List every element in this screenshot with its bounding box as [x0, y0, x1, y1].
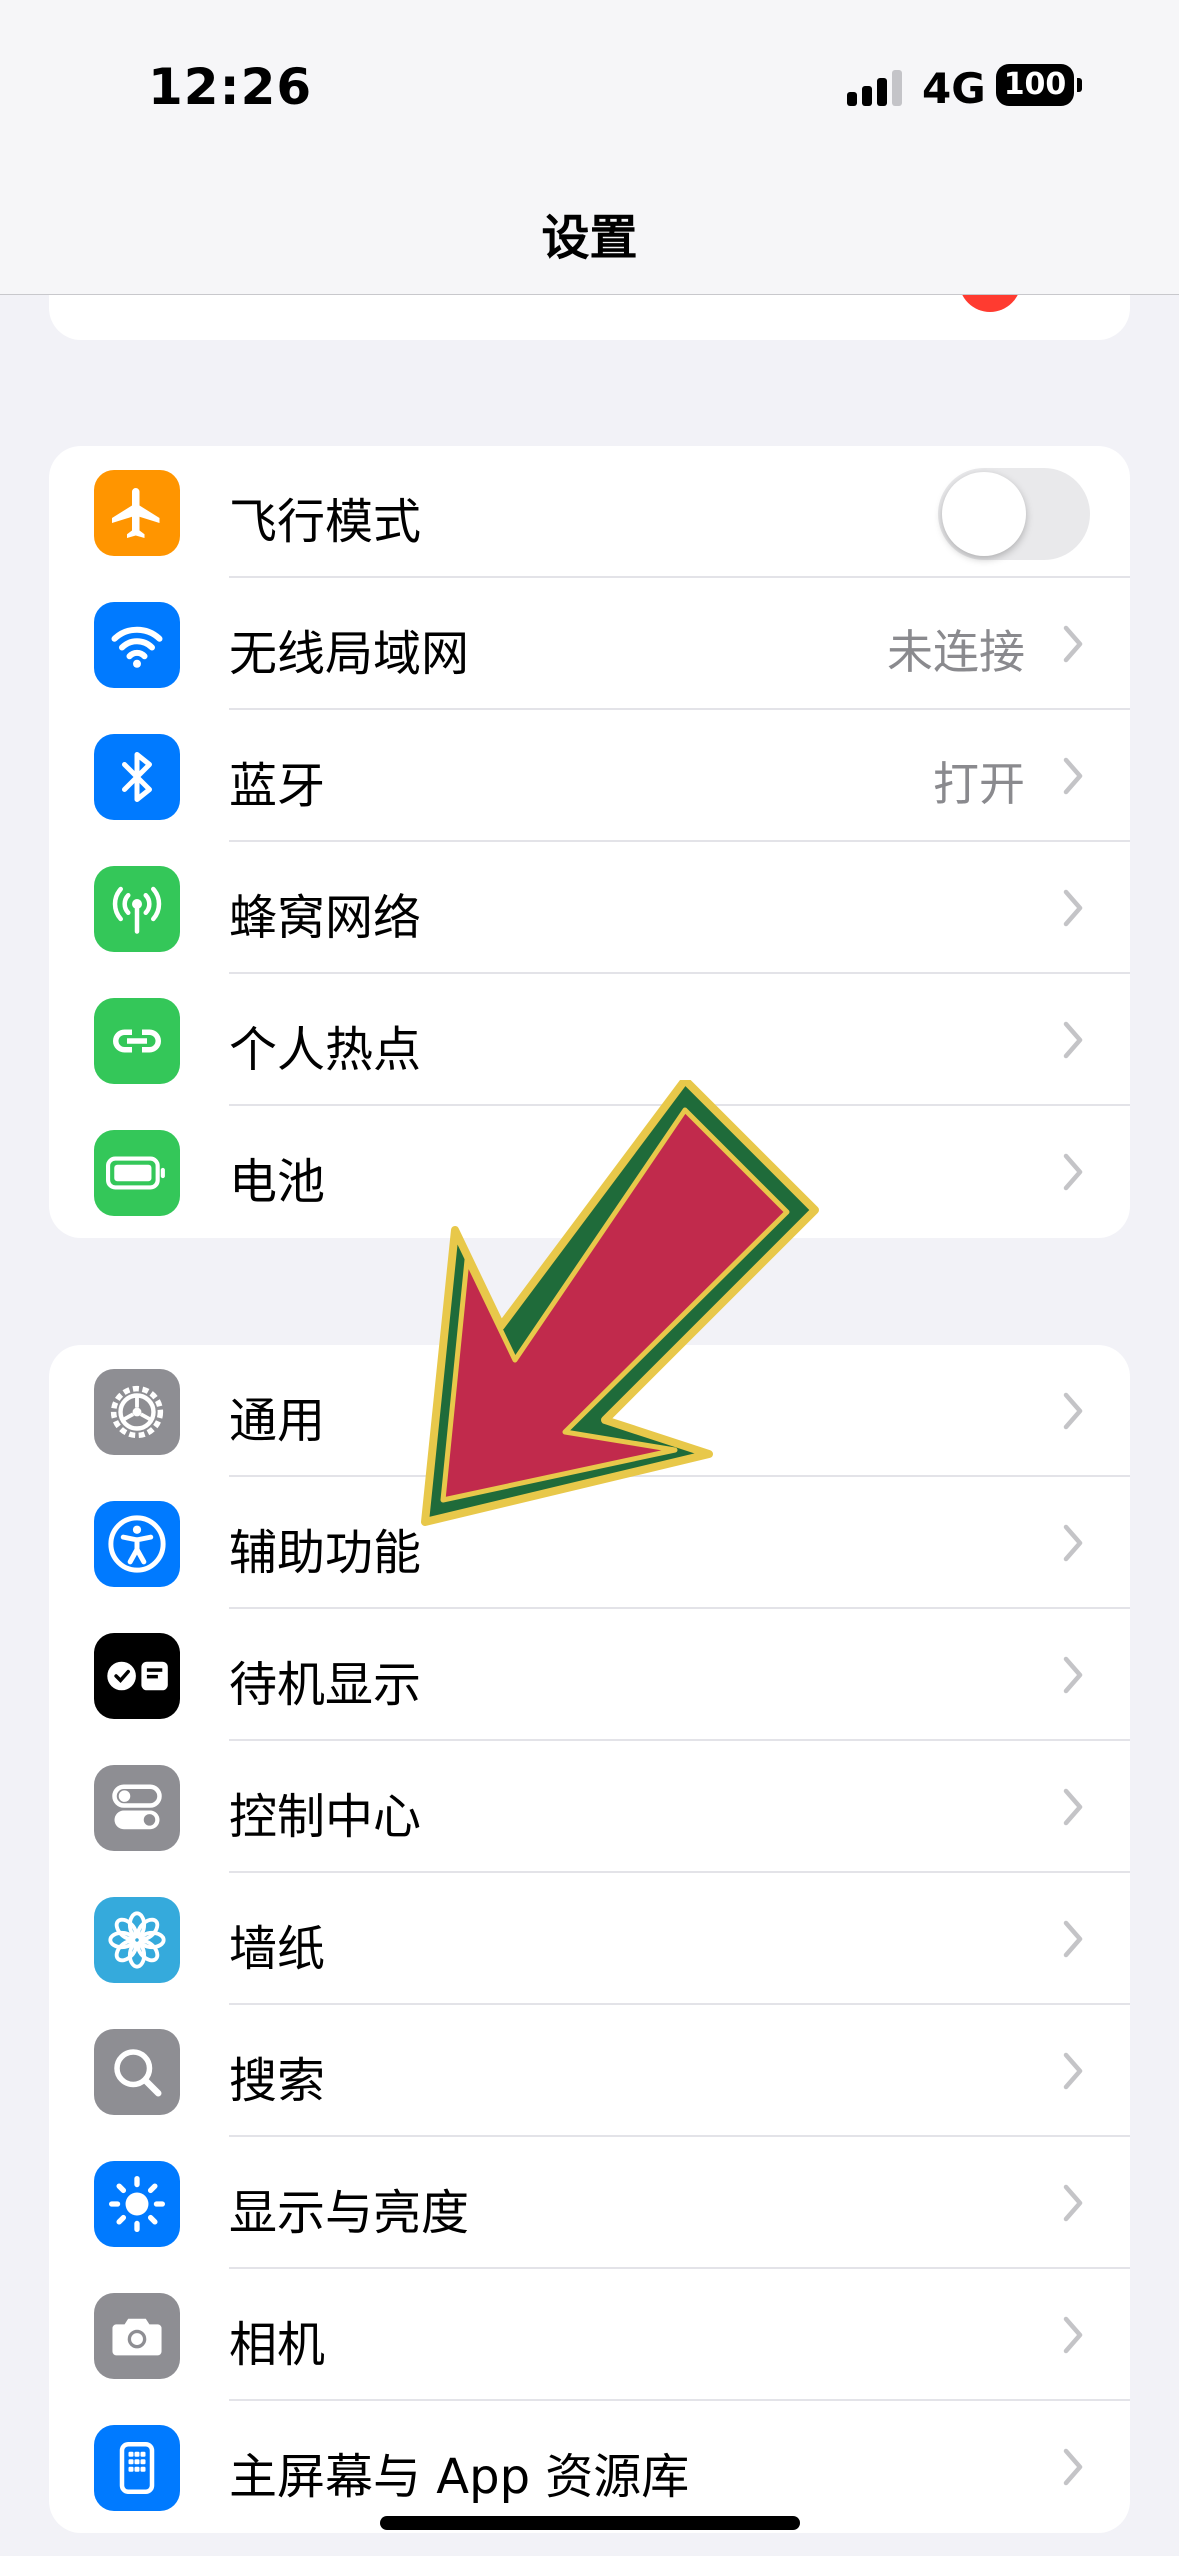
- settings-row-label: 显示与亮度: [229, 2185, 470, 2241]
- wifi-icon: [94, 602, 180, 688]
- chevron-right-icon: [1062, 2315, 1084, 2359]
- settings-row-label: 主屏幕与 App 资源库: [229, 2449, 690, 2505]
- settings-row-label: 相机: [229, 2317, 326, 2373]
- control-center-icon: [94, 1765, 180, 1851]
- airplane-icon: [94, 470, 180, 556]
- status-time: 12:26: [148, 58, 313, 116]
- chevron-right-icon: [1062, 1919, 1084, 1963]
- battery-level: 100: [1003, 67, 1067, 102]
- settings-row-label: 蓝牙: [229, 758, 326, 814]
- bluetooth-icon: [94, 734, 180, 820]
- settings-row-label: 控制中心: [229, 1789, 422, 1845]
- brightness-icon: [94, 2161, 180, 2247]
- battery-icon: [94, 1130, 180, 1216]
- hotspot-icon: [94, 998, 180, 1084]
- settings-row-label: 飞行模式: [229, 494, 422, 550]
- chevron-right-icon: [1062, 624, 1084, 668]
- settings-row-label: 搜索: [229, 2053, 326, 2109]
- network-type: 4G: [922, 64, 986, 113]
- settings-row-control-center[interactable]: 控制中心: [49, 1741, 1130, 1873]
- settings-row-brightness[interactable]: 显示与亮度: [49, 2137, 1130, 2269]
- wallpaper-icon: [94, 1897, 180, 1983]
- settings-row-label: 蜂窝网络: [229, 890, 422, 946]
- settings-row-home-screen[interactable]: 主屏幕与 App 资源库: [49, 2401, 1130, 2533]
- chevron-right-icon: [1062, 756, 1084, 800]
- settings-row-search[interactable]: 搜索: [49, 2005, 1130, 2137]
- settings-row-label: 通用: [229, 1393, 326, 1449]
- annotation-arrow-icon: [421, 1080, 819, 1526]
- battery-indicator: 100: [996, 64, 1082, 106]
- page-title: 设置: [541, 210, 638, 266]
- settings-row-wifi[interactable]: 无线局域网 未连接: [49, 578, 1130, 710]
- settings-row-label: 个人热点: [229, 1022, 422, 1078]
- chevron-right-icon: [1062, 1787, 1084, 1831]
- settings-row-camera[interactable]: 相机: [49, 2269, 1130, 2401]
- settings-row-cellular[interactable]: 蜂窝网络: [49, 842, 1130, 974]
- airplane-mode-toggle[interactable]: [938, 468, 1090, 560]
- settings-row-label: 无线局域网: [229, 626, 470, 682]
- chevron-right-icon: [1062, 2447, 1084, 2491]
- settings-row-label: 电池: [229, 1154, 326, 1210]
- settings-row-label: 待机显示: [229, 1657, 422, 1713]
- standby-icon: [94, 1633, 180, 1719]
- signal-icon: [847, 70, 902, 106]
- settings-row-standby[interactable]: 待机显示: [49, 1609, 1130, 1741]
- cellular-icon: [94, 866, 180, 952]
- chevron-right-icon: [1062, 1523, 1084, 1567]
- settings-row-label: 墙纸: [229, 1921, 326, 1977]
- settings-row-wallpaper[interactable]: 墙纸: [49, 1873, 1130, 2005]
- settings-row-bluetooth[interactable]: 蓝牙 打开: [49, 710, 1130, 842]
- chevron-right-icon: [1062, 1152, 1084, 1196]
- camera-icon: [94, 2293, 180, 2379]
- toggle-knob: [942, 472, 1026, 556]
- chevron-right-icon: [1062, 1020, 1084, 1064]
- status-bar: 12:26 4G 100: [0, 0, 1179, 170]
- settings-row-value: 未连接: [887, 625, 1025, 679]
- home-screen-icon: [94, 2425, 180, 2511]
- home-indicator[interactable]: [380, 2516, 800, 2530]
- chevron-right-icon: [1062, 2183, 1084, 2227]
- navigation-bar: 设置: [0, 170, 1179, 295]
- chevron-right-icon: [1062, 2051, 1084, 2095]
- chevron-right-icon: [1062, 888, 1084, 932]
- search-icon: [94, 2029, 180, 2115]
- accessibility-icon: [94, 1501, 180, 1587]
- settings-row-value: 打开: [933, 757, 1025, 811]
- chevron-right-icon: [1062, 1655, 1084, 1699]
- gear-icon: [94, 1369, 180, 1455]
- settings-row-airplane[interactable]: 飞行模式: [49, 446, 1130, 578]
- chevron-right-icon: [1062, 1391, 1084, 1435]
